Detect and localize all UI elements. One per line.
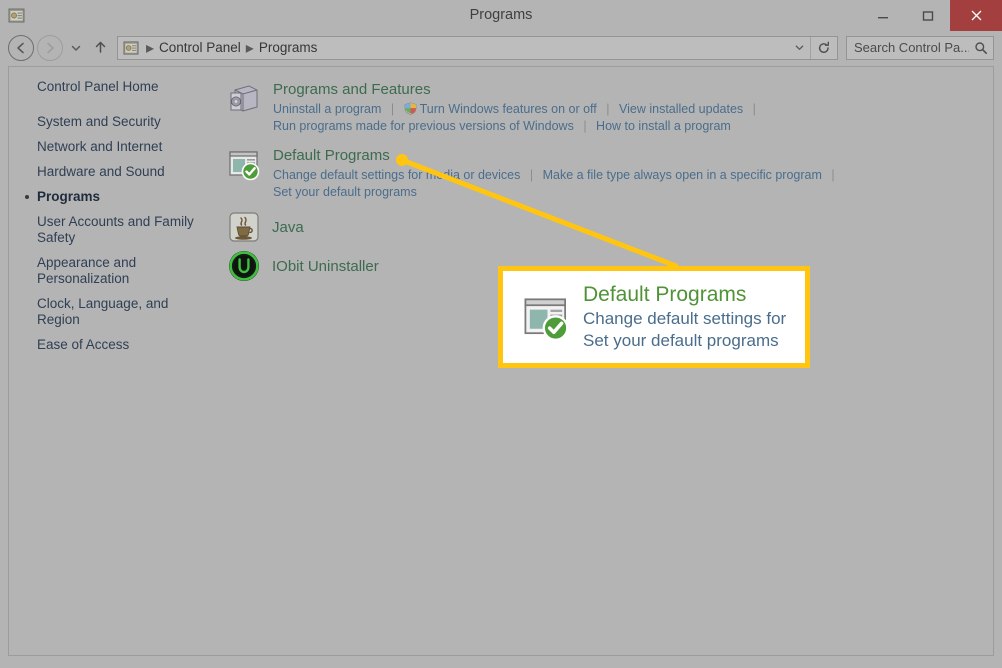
close-button[interactable] (950, 0, 1002, 31)
address-chevron-down-icon[interactable] (788, 42, 810, 53)
category-body: Programs and Features Uninstall a progra… (273, 79, 993, 135)
default-programs-icon (227, 147, 261, 181)
link-view-installed-updates[interactable]: View installed updates (619, 102, 743, 116)
breadcrumb-separator: ▸ (245, 39, 254, 57)
sidebar-item-clock-language-and-region[interactable]: Clock, Language, and Region (37, 296, 205, 328)
uac-shield-icon (404, 102, 417, 115)
refresh-icon[interactable] (810, 36, 837, 59)
search-input[interactable]: Search Control Pa... (846, 35, 994, 60)
link-separator: | (390, 102, 395, 116)
search-input-value[interactable]: Search Control Pa... (847, 40, 969, 55)
callout-link-change-default-settings: Change default settings for (583, 309, 787, 328)
sidebar-item-user-accounts-and-family-safety[interactable]: User Accounts and Family Safety (37, 214, 205, 246)
control-panel-icon (123, 40, 139, 56)
sidebar-item-hardware-and-sound[interactable]: Hardware and Sound (37, 164, 205, 180)
callout-title: Default Programs (583, 283, 747, 306)
link-uninstall-a-program[interactable]: Uninstall a program (273, 102, 381, 116)
control-panel-window: Programs ▸ Control Panel ▸ Programs Sear… (0, 0, 1002, 668)
breadcrumb-control-panel[interactable]: Control Panel (157, 40, 243, 55)
title-bar: Programs (0, 0, 1002, 31)
category-links-line-1: Uninstall a program | Turn Windows featu… (273, 101, 993, 118)
window-controls (860, 0, 1002, 31)
recent-locations-chevron-down-icon[interactable] (66, 35, 86, 61)
window-title: Programs (469, 7, 533, 23)
sidebar-item-appearance-and-personalization[interactable]: Appearance and Personalization (37, 255, 205, 287)
back-arrow-icon[interactable] (8, 34, 34, 61)
sidebar-item-programs[interactable]: Programs (25, 189, 205, 205)
category-links-line-1: Change default settings for media or dev… (273, 167, 993, 184)
minimize-button[interactable] (860, 0, 905, 31)
link-separator: | (583, 119, 587, 133)
app-name[interactable]: Java (272, 219, 304, 236)
link-run-programs-for-previous-versions[interactable]: Run programs made for previous versions … (273, 119, 574, 133)
category-title[interactable]: Programs and Features (273, 80, 431, 99)
java-icon (228, 211, 260, 243)
category-programs-and-features: Programs and Features Uninstall a progra… (227, 79, 993, 135)
address-bar[interactable]: ▸ Control Panel ▸ Programs (117, 35, 838, 60)
control-panel-icon (8, 7, 25, 24)
category-default-programs: Default Programs Change default settings… (227, 145, 993, 201)
link-how-to-install-a-program[interactable]: How to install a program (596, 119, 731, 133)
up-arrow-icon[interactable] (88, 35, 112, 61)
link-turn-windows-features-on-or-off[interactable]: Turn Windows features on or off (420, 102, 597, 116)
link-separator: | (529, 168, 534, 182)
link-change-default-settings-for-media-or-devices[interactable]: Change default settings for media or dev… (273, 168, 520, 182)
link-make-a-file-type-always-open[interactable]: Make a file type always open in a specif… (543, 168, 822, 182)
forward-arrow-icon[interactable] (37, 34, 63, 61)
link-separator-trailing: | (752, 102, 756, 116)
app-row-java[interactable]: Java (227, 211, 993, 243)
category-body: Default Programs Change default settings… (273, 145, 993, 201)
sidebar-item-system-and-security[interactable]: System and Security (37, 114, 205, 130)
breadcrumb-programs[interactable]: Programs (257, 40, 320, 55)
link-separator-trailing: | (831, 168, 835, 182)
category-links-line-2: Set your default programs (273, 184, 993, 201)
sidebar-item-control-panel-home[interactable]: Control Panel Home (37, 79, 205, 95)
category-title[interactable]: Default Programs (273, 146, 390, 165)
navigation-bar: ▸ Control Panel ▸ Programs Search Contro… (0, 31, 1002, 64)
callout-link-set-your-default-programs: Set your default programs (583, 331, 779, 350)
sidebar-item-ease-of-access[interactable]: Ease of Access (37, 337, 205, 353)
callout-text: Default Programs Change default settings… (583, 282, 805, 352)
sidebar-item-network-and-internet[interactable]: Network and Internet (37, 139, 205, 155)
app-name[interactable]: IObit Uninstaller (272, 258, 379, 275)
iobit-uninstaller-icon (228, 250, 260, 282)
link-separator: | (606, 102, 610, 116)
sidebar: Control Panel Home System and Security N… (9, 67, 219, 655)
callout-box: Default Programs Change default settings… (498, 266, 810, 368)
programs-and-features-icon (227, 81, 261, 115)
category-links-line-2: Run programs made for previous versions … (273, 118, 993, 135)
link-set-your-default-programs[interactable]: Set your default programs (273, 185, 417, 199)
maximize-button[interactable] (905, 0, 950, 31)
breadcrumb-separator: ▸ (145, 39, 155, 57)
default-programs-icon (521, 292, 571, 342)
search-icon[interactable] (969, 41, 993, 55)
